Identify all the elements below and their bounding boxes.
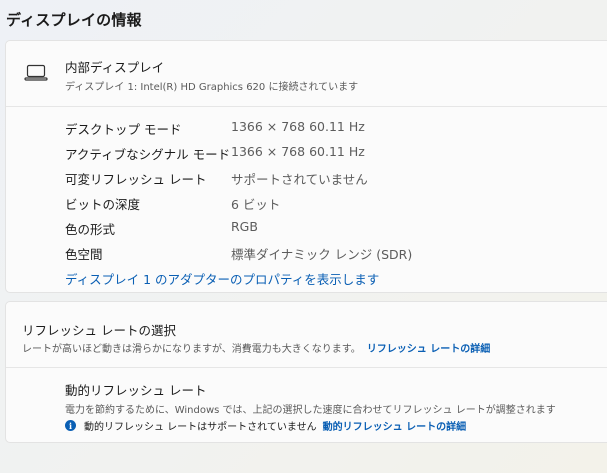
dynamic-refresh-description: 電力を節約するために、Windows では、上記の選択した速度に合わせてリフレッ…: [65, 405, 556, 416]
refresh-rate-card: リフレッシュ レートの選択 レートが高いほど動きは滑らかになりますが、消費電力も…: [5, 301, 607, 443]
display-info-card: 内部ディスプレイ ディスプレイ 1: Intel(R) HD Graphics …: [5, 40, 607, 293]
info-value: サポートされていません: [231, 172, 368, 187]
refresh-rate-details-link[interactable]: リフレッシュ レートの詳細: [367, 344, 490, 355]
refresh-rate-description: レートが高いほど動きは滑らかになりますが、消費電力も大きくなります。 リフレッシュ…: [22, 340, 490, 355]
info-label: 色空間: [65, 247, 103, 262]
info-value: 6 ビット: [231, 197, 281, 212]
refresh-rate-description-text: レートが高いほど動きは滑らかになりますが、消費電力も大きくなります。: [22, 344, 361, 355]
info-value: 1366 × 768 60.11 Hz: [231, 144, 365, 159]
info-label: ビットの深度: [65, 197, 141, 212]
refresh-rate-title: リフレッシュ レートの選択: [22, 323, 176, 338]
laptop-icon: [24, 64, 48, 81]
display-name: 内部ディスプレイ: [65, 60, 165, 75]
dynamic-refresh-note: i 動的リフレッシュ レートはサポートされていません 動的リフレッシュ レートの詳…: [65, 418, 466, 433]
dynamic-refresh-details-link[interactable]: 動的リフレッシュ レートの詳細: [323, 418, 466, 433]
info-icon: i: [65, 420, 76, 431]
dynamic-refresh-title: 動的リフレッシュ レート: [65, 383, 207, 398]
refresh-rate-section: リフレッシュ レートの選択 レートが高いほど動きは滑らかになりますが、消費電力も…: [6, 302, 607, 368]
dynamic-refresh-note-text: 動的リフレッシュ レートはサポートされていません: [84, 422, 317, 433]
adapter-properties-link[interactable]: ディスプレイ 1 のアダプターのプロパティを表示します: [65, 269, 379, 288]
info-value: RGB: [231, 219, 258, 234]
page-title: ディスプレイの情報: [6, 11, 142, 29]
display-subtitle: ディスプレイ 1: Intel(R) HD Graphics 620 に接続され…: [65, 82, 359, 93]
info-label: アクティブなシグナル モード: [65, 147, 231, 162]
info-label: 色の形式: [65, 222, 116, 237]
display-header: 内部ディスプレイ ディスプレイ 1: Intel(R) HD Graphics …: [6, 41, 607, 107]
info-label: デスクトップ モード: [65, 122, 182, 137]
info-value: 1366 × 768 60.11 Hz: [231, 119, 365, 134]
info-value: 標準ダイナミック レンジ (SDR): [231, 247, 413, 262]
info-label: 可変リフレッシュ レート: [65, 172, 207, 187]
